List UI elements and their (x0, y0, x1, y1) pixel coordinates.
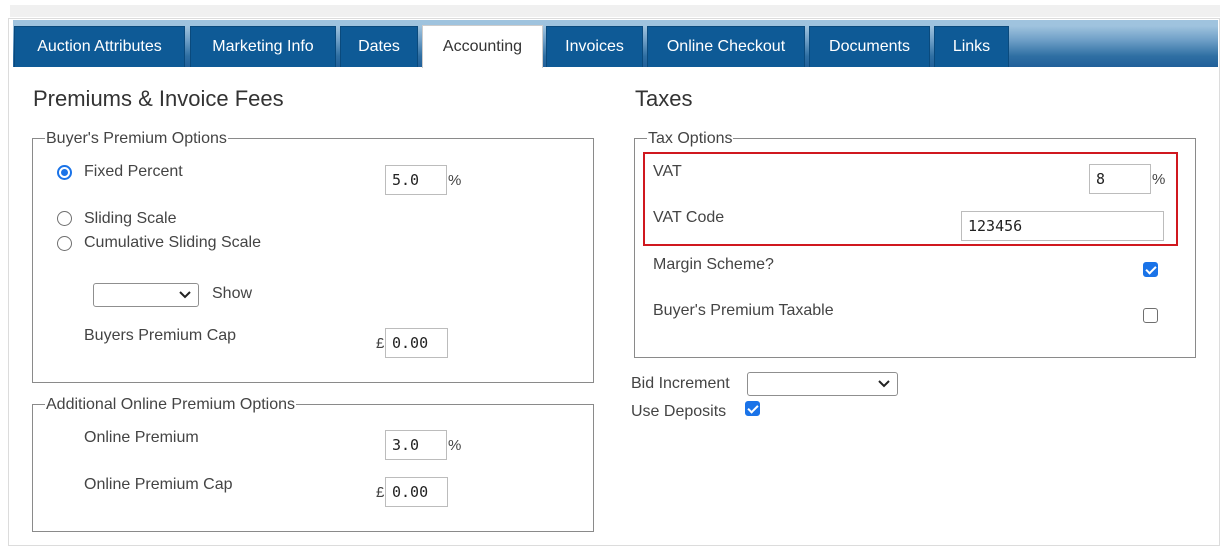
online-premium-legend: Additional Online Premium Options (45, 396, 297, 414)
buyers-premium-cap-input[interactable]: 0.00 (385, 328, 448, 358)
show-label[interactable]: Show (212, 285, 252, 303)
tab-invoices[interactable]: Invoices (546, 26, 643, 67)
sliding-scale-label: Sliding Scale (84, 210, 177, 227)
chevron-down-icon (179, 291, 191, 299)
margin-scheme-label: Margin Scheme? (653, 256, 774, 273)
premiums-title: Premiums & Invoice Fees (33, 86, 284, 111)
bid-increment-select[interactable] (747, 372, 898, 396)
percent-unit: % (448, 172, 462, 189)
online-premium-cap-input[interactable]: 0.00 (385, 477, 448, 507)
tab-marketing-info[interactable]: Marketing Info (190, 26, 336, 67)
bid-increment-label: Bid Increment (631, 375, 730, 392)
online-percent-unit: % (448, 437, 462, 454)
tax-options-legend: Tax Options (647, 130, 734, 148)
buyers-premium-legend: Buyer's Premium Options (45, 130, 228, 148)
cumulative-sliding-scale-radio[interactable] (57, 236, 72, 251)
use-deposits-label: Use Deposits (631, 403, 727, 420)
online-premium-input[interactable]: 3.0 (385, 430, 447, 460)
fixed-percent-input[interactable]: 5.0 (385, 165, 447, 195)
sliding-scale-radio[interactable] (57, 211, 72, 226)
tab-dates[interactable]: Dates (340, 26, 418, 67)
tab-documents[interactable]: Documents (809, 26, 930, 67)
vat-percent-unit: % (1152, 171, 1166, 188)
fixed-percent-radio[interactable] (57, 165, 72, 180)
tab-online-checkout[interactable]: Online Checkout (647, 26, 805, 67)
bp-taxable-label: Buyer's Premium Taxable (653, 302, 834, 319)
vat-label: VAT (653, 163, 682, 180)
online-currency-symbol: £ (376, 484, 385, 501)
chevron-down-icon (878, 380, 890, 388)
taxes-title: Taxes (635, 86, 693, 111)
online-premium-cap-label: Online Premium Cap (84, 476, 233, 493)
use-deposits-checkbox[interactable] (745, 401, 760, 416)
tab-accounting[interactable]: Accounting (422, 25, 543, 68)
currency-symbol: £ (376, 335, 385, 352)
scale-select[interactable] (93, 283, 199, 307)
tab-bar: Auction Attributes Marketing Info Dates … (13, 20, 1218, 68)
online-premium-fieldset: Additional Online Premium Options (32, 396, 594, 532)
buyers-premium-cap-label: Buyers Premium Cap (84, 327, 237, 344)
online-premium-label: Online Premium (84, 429, 199, 446)
vat-input[interactable]: 8 (1089, 164, 1151, 194)
margin-scheme-checkbox[interactable] (1143, 262, 1158, 277)
tab-auction-attributes[interactable]: Auction Attributes (14, 26, 185, 67)
fixed-percent-label: Fixed Percent (84, 163, 183, 180)
bp-taxable-checkbox[interactable] (1143, 308, 1158, 323)
cumulative-sliding-scale-label: Cumulative Sliding Scale (84, 234, 261, 251)
tab-links[interactable]: Links (934, 26, 1009, 67)
vat-code-input[interactable]: 123456 (961, 211, 1164, 241)
vat-code-label: VAT Code (653, 209, 725, 226)
top-strip (10, 5, 1220, 17)
